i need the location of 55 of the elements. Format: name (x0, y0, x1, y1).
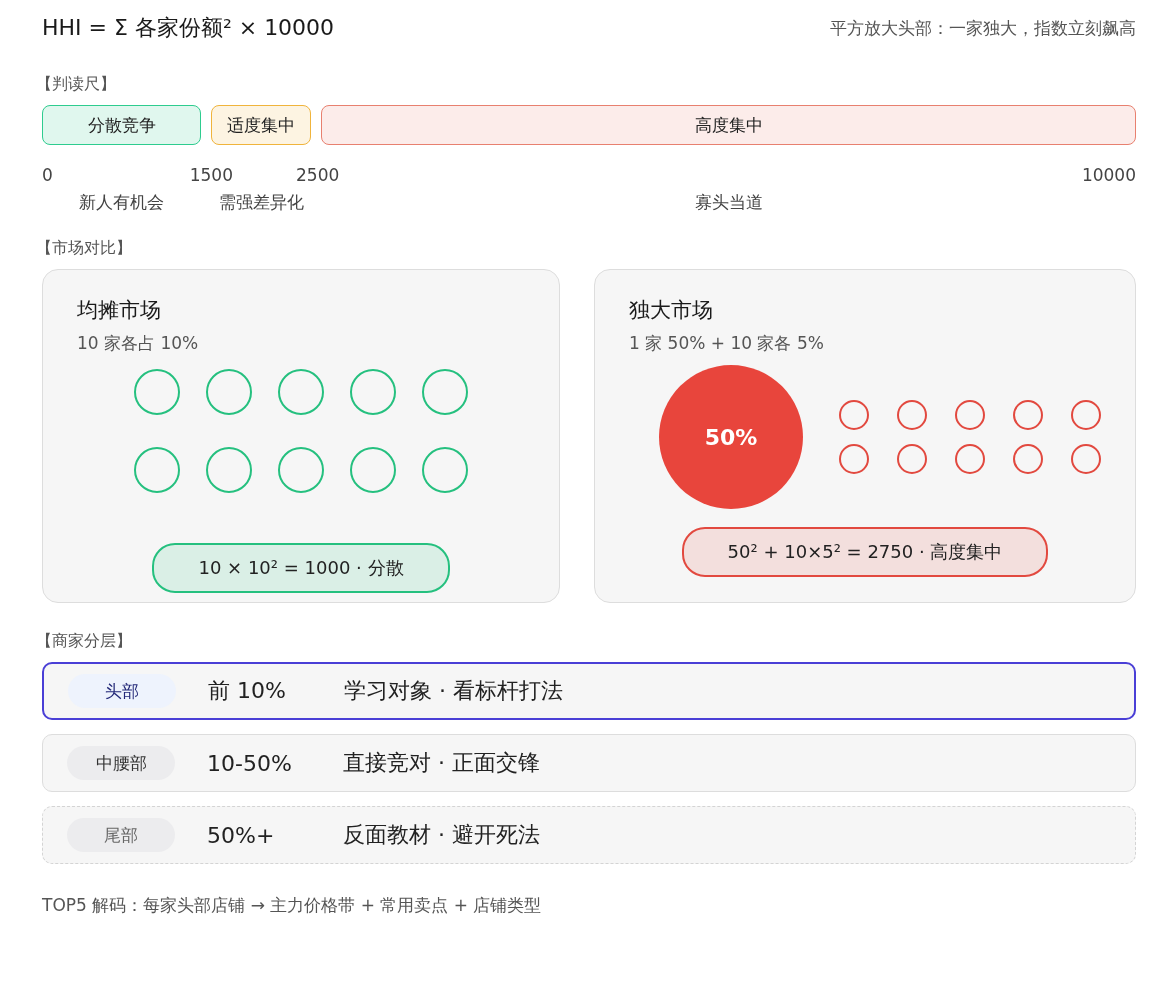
market-subtitle: 1 家 50% + 10 家各 5% (629, 332, 825, 355)
market-title: 均摊市场 (77, 297, 162, 324)
firm-circle (1071, 444, 1101, 474)
scale-segment: 分散竞争 (42, 105, 201, 145)
hhi-formula: HHI = Σ 各家份额² × 10000 (42, 14, 335, 42)
tier-description: 反面教材 · 避开死法 (343, 821, 540, 849)
firm-circle (955, 444, 985, 474)
firm-circle (422, 446, 468, 493)
scale-segment: 高度集中 (321, 105, 1136, 145)
firm-circle (422, 369, 468, 415)
segment-caption: 需强差异化 (218, 191, 304, 214)
firm-circle (206, 446, 252, 493)
tier-range: 10-50% (207, 750, 293, 776)
tick-label: 0 (42, 165, 53, 185)
tier-description: 学习对象 · 看标杆打法 (344, 677, 563, 705)
segment-caption: 寡头当道 (694, 191, 763, 214)
firm-circle (897, 444, 927, 474)
formula-note: 平方放大头部：一家独大，指数立刻飙高 (830, 16, 1136, 40)
firm-circle (134, 369, 180, 415)
firm-circle (350, 446, 396, 493)
firm-circle (206, 369, 252, 415)
firm-circle (955, 400, 985, 430)
firm-circle (1013, 444, 1043, 474)
firm-circle (278, 446, 324, 493)
scale-segment: 适度集中 (211, 105, 311, 145)
segment-caption: 新人有机会 (79, 191, 164, 214)
tick-label: 2500 (296, 165, 340, 185)
firm-circle (1013, 400, 1043, 430)
market-subtitle: 10 家各占 10% (77, 332, 200, 355)
hhi-result: 10 × 10² = 1000 · 分散 (152, 543, 450, 593)
tier-badge: 头部 (68, 674, 176, 708)
section-title: 【判读尺】 (36, 74, 117, 95)
tier-row[interactable]: 尾部 50%+ 反面教材 · 避开死法 (42, 806, 1136, 864)
dominant-firm-circle: 50% (659, 365, 803, 509)
firm-circle (839, 444, 869, 474)
tier-row[interactable]: 头部 前 10% 学习对象 · 看标杆打法 (42, 662, 1136, 720)
market-title: 独大市场 (629, 297, 714, 324)
firm-circle (1071, 400, 1101, 430)
firm-circle (839, 400, 869, 430)
tier-row[interactable]: 中腰部 10-50% 直接竞对 · 正面交锋 (42, 734, 1136, 792)
tier-range: 50%+ (207, 822, 276, 848)
firm-circle (278, 369, 324, 415)
tier-badge: 中腰部 (67, 746, 175, 780)
firm-circle (350, 369, 396, 415)
section-title: 【商家分层】 (36, 631, 133, 652)
tier-badge: 尾部 (67, 818, 175, 852)
hhi-result: 50² + 10×5² = 2750 · 高度集中 (681, 527, 1049, 577)
firm-circle (897, 400, 927, 430)
footer-note: TOP5 解码：每家头部店铺 → 主力价格带 + 常用卖点 + 店铺类型 (42, 894, 543, 917)
section-title: 【市场对比】 (36, 238, 133, 259)
tick-label: 1500 (189, 165, 233, 185)
firm-circle (134, 446, 180, 493)
tier-range: 前 10% (208, 677, 287, 705)
tick-label: 10000 (1081, 165, 1136, 185)
tier-description: 直接竞对 · 正面交锋 (343, 749, 540, 777)
